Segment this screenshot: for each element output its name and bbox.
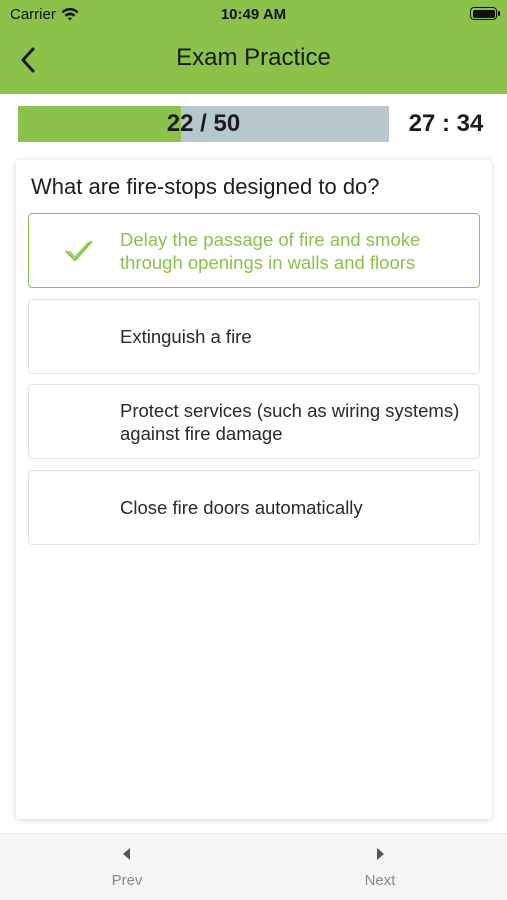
prev-button[interactable]: Prev (67, 834, 187, 900)
answer-option-label: Protect services (such as wiring systems… (120, 399, 460, 444)
check-icon (65, 240, 93, 262)
caret-right-icon (377, 848, 384, 860)
prev-label: Prev (111, 872, 143, 889)
progress-text: 22 / 50 (166, 110, 241, 137)
next-label: Next (364, 872, 396, 889)
answer-option-2[interactable]: Extinguish a fire (28, 299, 480, 374)
question-text: What are fire-stops designed to do? (31, 174, 380, 199)
question-progress-bar: 22 / 50 (18, 106, 389, 142)
answer-option-label: Extinguish a fire (120, 326, 252, 347)
countdown-timer: 27 : 34 (408, 110, 484, 137)
question-card: What are fire-stops designed to do? Dela… (16, 160, 492, 819)
answer-option-label: Delay the passage of fire and smoke thro… (120, 228, 421, 273)
answer-option-3[interactable]: Protect services (such as wiring systems… (28, 384, 480, 459)
caret-left-icon (123, 848, 130, 860)
answer-option-4[interactable]: Close fire doors automatically (28, 470, 480, 545)
bottom-navigation: Prev Next (0, 833, 507, 900)
status-time: 10:49 AM (220, 6, 287, 23)
answer-option-label: Close fire doors automatically (120, 497, 363, 518)
page-title: Exam Practice (176, 44, 331, 71)
app-header: Carrier 10:49 AM Exam Practice (0, 0, 507, 94)
next-button[interactable]: Next (320, 834, 440, 900)
status-bar: Carrier 10:49 AM (0, 0, 507, 28)
battery-icon (470, 7, 500, 20)
answer-option-1[interactable]: Delay the passage of fire and smoke thro… (28, 213, 480, 288)
